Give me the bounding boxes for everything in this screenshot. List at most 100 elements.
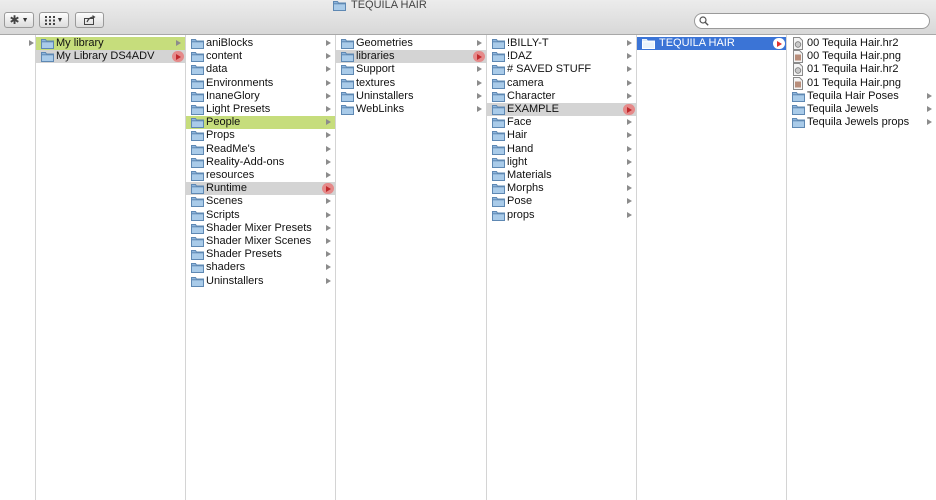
item-name: Shader Mixer Scenes [206,235,312,247]
item-name: Uninstallers [356,89,414,102]
item-name: Character [507,89,556,102]
folder-row[interactable]: My Library DS4ADV [36,50,185,64]
sidebar-row[interactable] [0,37,35,50]
search-field[interactable] [694,13,930,29]
browser-column-5[interactable]: TEQUILA HAIR [637,35,787,500]
folder-row[interactable]: data [186,63,335,76]
browser-column-1[interactable]: My library My Library DS4ADV [36,35,186,500]
folder-row[interactable]: Support [336,63,486,76]
expand-arrow-icon[interactable] [322,183,334,195]
folder-row[interactable]: My library [36,37,185,50]
expand-arrow-icon[interactable] [773,38,785,49]
browser-column-4[interactable]: !BILLY-T !DAZ # SAVED STUFF camera Character… [487,35,637,500]
document-file-icon [793,63,803,77]
item-name: !BILLY-T [507,37,549,49]
folder-icon [492,131,505,142]
file-row[interactable]: 01 Tequila Hair.png [787,76,936,90]
folder-row[interactable]: aniBlocks [186,37,335,50]
item-name: content [206,50,243,63]
expand-arrow-icon[interactable] [473,51,485,63]
folder-icon [792,118,805,129]
folder-row[interactable]: ReadMe's [186,143,335,156]
folder-row[interactable]: TEQUILA HAIR [637,37,786,50]
folder-row[interactable]: Reality-Add-ons [186,156,335,169]
folder-icon [191,237,204,247]
folder-row[interactable]: Shader Mixer Scenes [186,235,335,248]
folder-row[interactable]: People [186,116,335,130]
gear-icon: ✱ [9,13,20,27]
folder-row[interactable]: Hand [487,143,636,156]
file-row[interactable]: 00 Tequila Hair.png [787,50,936,64]
folder-row[interactable]: Geometries [336,37,486,50]
folder-row[interactable]: Scripts [186,209,335,222]
folder-row[interactable]: Runtime [186,182,335,196]
disclosure-arrow-icon [326,251,331,258]
folder-row[interactable]: props [487,209,636,222]
disclosure-arrow-icon [326,158,331,165]
disclosure-arrow-icon [326,277,331,284]
folder-row[interactable]: # SAVED STUFF [487,63,636,76]
folder-row[interactable]: Uninstallers [186,275,335,288]
file-row[interactable]: 00 Tequila Hair.hr2 [787,37,936,50]
folder-row[interactable]: Environments [186,77,335,90]
folder-row[interactable]: Face [487,116,636,129]
chevron-down-icon: ▼ [21,16,29,24]
folder-row[interactable]: Tequila Hair Poses [787,90,936,103]
folder-row[interactable]: Light Presets [186,103,335,116]
folder-row[interactable]: Materials [487,169,636,182]
folder-row[interactable]: Hair [487,129,636,142]
view-options-button[interactable]: ▼ [39,12,69,28]
browser-column-6[interactable]: 00 Tequila Hair.hr2 00 Tequila Hair.png 01… [787,35,936,500]
folder-row[interactable]: resources [186,169,335,182]
item-name: Reality-Add-ons [206,155,285,168]
folder-icon [492,105,505,115]
item-name: resources [206,169,255,181]
expand-arrow-icon[interactable] [623,104,635,115]
item-name: Tequila Jewels props [807,116,910,129]
browser-column-3[interactable]: Geometries libraries Support textures Uninst… [336,35,487,500]
folder-row[interactable]: Shader Presets [186,248,335,261]
folder-row[interactable]: light [487,156,636,169]
item-name: Shader Mixer Presets [206,221,312,234]
item-name: TEQUILA HAIR [659,37,735,49]
folder-row[interactable]: camera [487,77,636,90]
item-name: data [206,63,228,76]
share-button[interactable] [75,12,104,28]
folder-row[interactable]: Tequila Jewels props [787,116,936,129]
folder-row[interactable]: libraries [336,50,486,64]
browser-column-2[interactable]: aniBlocks content data Environments InaneGlo… [186,35,336,500]
folder-row[interactable]: Pose [487,195,636,208]
item-name: 00 Tequila Hair.png [807,50,901,63]
folder-row[interactable]: content [186,50,335,63]
item-name: Tequila Hair Poses [807,89,899,102]
item-name: libraries [356,50,395,63]
folder-row[interactable]: !DAZ [487,50,636,63]
folder-row[interactable]: Character [487,90,636,103]
folder-row[interactable]: EXAMPLE [487,103,636,116]
action-menu-button[interactable]: ✱ ▼ [4,12,34,28]
folder-row[interactable]: Scenes [186,195,335,208]
disclosure-arrow-icon [627,145,632,152]
folder-row[interactable]: Uninstallers [336,90,486,103]
folder-row[interactable]: WebLinks [336,103,486,116]
folder-row[interactable]: shaders [186,261,335,274]
folder-row[interactable]: Tequila Jewels [787,103,936,116]
folder-icon [341,52,354,63]
item-name: InaneGlory [206,89,260,102]
folder-icon [492,65,505,76]
file-row[interactable]: 01 Tequila Hair.hr2 [787,63,936,77]
folder-icon [792,91,805,102]
disclosure-arrow-icon [627,132,632,139]
folder-icon [341,78,354,89]
disclosure-arrow-icon [326,79,331,86]
folder-row[interactable]: Shader Mixer Presets [186,222,335,235]
folder-row[interactable]: textures [336,77,486,90]
folder-row[interactable]: Morphs [487,182,636,195]
folder-row[interactable]: InaneGlory [186,90,335,103]
expand-arrow-icon[interactable] [172,51,184,63]
folder-row[interactable]: Props [186,129,335,142]
sidebar-column[interactable] [0,35,36,500]
folder-row[interactable]: !BILLY-T [487,37,636,50]
disclosure-arrow-icon [477,40,482,46]
folder-icon [191,131,204,142]
